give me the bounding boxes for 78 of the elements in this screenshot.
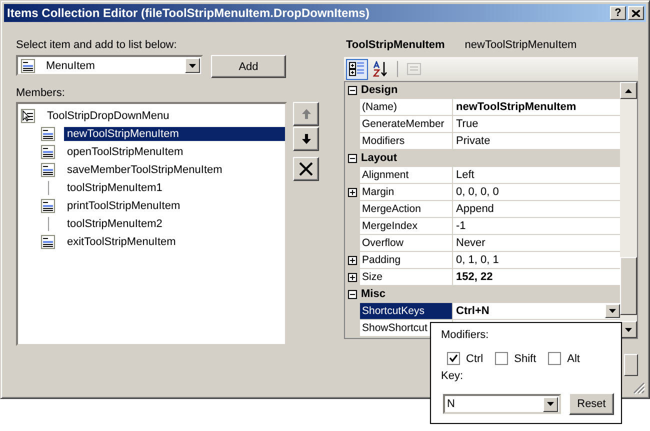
down-arrow-icon xyxy=(302,134,310,144)
close-button[interactable] xyxy=(628,6,644,20)
tree-item[interactable]: exitToolStripMenuItem xyxy=(64,235,179,249)
dropdown-arrow-icon xyxy=(189,64,196,68)
tree-item[interactable]: printToolStripMenuItem xyxy=(64,199,184,213)
add-button[interactable]: Add xyxy=(211,55,286,78)
collapse-icon[interactable] xyxy=(345,154,360,162)
checkbox[interactable] xyxy=(548,352,562,365)
property-value: 152, 22 xyxy=(456,271,493,283)
vertical-scrollbar[interactable] xyxy=(620,82,637,338)
expand-icon[interactable] xyxy=(348,188,357,196)
expand-icon[interactable] xyxy=(348,256,357,264)
members-label: Members: xyxy=(16,87,66,101)
property-value: 0, 1, 0, 1 xyxy=(456,254,499,266)
expand-icon[interactable] xyxy=(348,272,357,282)
menu-item-icon xyxy=(20,58,36,74)
menu-item-icon xyxy=(40,234,56,250)
property-value: 0, 0, 0, 0 xyxy=(456,186,499,198)
scroll-up-icon xyxy=(625,88,632,92)
window-title: Items Collection Editor (fileToolStripMenuItem.DropDownItems) xyxy=(7,6,370,20)
checkbox-label: Shift xyxy=(514,352,536,364)
category-name: Design xyxy=(360,84,398,96)
item-type-dropdown[interactable]: MenuItem xyxy=(16,55,203,76)
collapse-icon[interactable] xyxy=(345,86,360,94)
tree-item[interactable]: saveMemberToolStripMenuItem xyxy=(64,163,226,177)
property-value: Ctrl+N xyxy=(456,305,490,317)
delete-button[interactable] xyxy=(293,157,319,181)
tree-item[interactable]: toolStripMenuItem1 xyxy=(64,181,166,195)
up-arrow-icon xyxy=(302,109,310,119)
dropdown-arrow-icon xyxy=(609,309,616,313)
property-value: Append xyxy=(456,203,494,215)
property-value: Never xyxy=(456,237,486,249)
checkbox[interactable] xyxy=(495,352,508,365)
delete-icon xyxy=(299,162,313,176)
menu-icon xyxy=(20,108,36,124)
checkbox-label: Ctrl xyxy=(466,352,484,364)
property-pages-icon xyxy=(406,61,422,77)
select-label: Select item and add to list below: xyxy=(16,39,178,53)
property-value: Private xyxy=(456,135,490,147)
property-value: -1 xyxy=(456,220,466,232)
move-down-button[interactable] xyxy=(293,127,319,151)
tree-item[interactable]: newToolStripMenuItem xyxy=(64,127,285,141)
categorized-icon xyxy=(349,61,365,77)
dropdown-button[interactable] xyxy=(605,304,620,318)
modifiers-label: Modifiers: xyxy=(441,329,490,343)
collapse-icon[interactable] xyxy=(345,290,360,298)
key-dropdown[interactable]: N xyxy=(443,394,561,414)
menu-item-icon xyxy=(40,144,56,160)
key-label: Key: xyxy=(441,370,464,384)
property-value: newToolStripMenuItem xyxy=(456,101,576,113)
scroll-down-icon xyxy=(625,328,632,332)
category-name: Layout xyxy=(360,152,398,164)
menu-item-icon xyxy=(40,126,56,142)
checkbox-label: Alt xyxy=(567,352,580,364)
dropdown-button[interactable] xyxy=(543,396,558,412)
help-button[interactable]: ? xyxy=(610,6,626,20)
tree-item[interactable]: toolStripMenuItem2 xyxy=(64,217,166,231)
object-name-label: newToolStripMenuItem xyxy=(464,39,577,53)
sort-alphabetical-icon xyxy=(373,61,389,77)
dialog-button[interactable] xyxy=(624,354,638,376)
categorized-button[interactable] xyxy=(346,58,368,80)
reset-button[interactable]: Reset xyxy=(569,393,614,415)
tree-item[interactable]: ToolStripDropDownMenu xyxy=(44,109,172,123)
checkbox[interactable] xyxy=(447,352,460,365)
property-value: Left xyxy=(456,169,474,181)
object-type-label: ToolStripMenuItem xyxy=(346,39,445,53)
close-icon xyxy=(632,10,640,16)
menu-item-icon xyxy=(40,162,56,178)
tree-item[interactable]: openToolStripMenuItem xyxy=(64,145,186,159)
dropdown-button[interactable] xyxy=(185,58,200,73)
category-name: Misc xyxy=(360,288,386,300)
scroll-up-button[interactable] xyxy=(620,82,637,99)
property-name[interactable]: ShortcutKeys xyxy=(360,303,452,319)
property-value: True xyxy=(456,118,478,130)
resize-grip-icon[interactable] xyxy=(633,382,645,394)
dropdown-arrow-icon xyxy=(547,402,554,406)
menu-item-icon xyxy=(40,198,56,214)
scrollbar-thumb[interactable] xyxy=(620,257,637,315)
